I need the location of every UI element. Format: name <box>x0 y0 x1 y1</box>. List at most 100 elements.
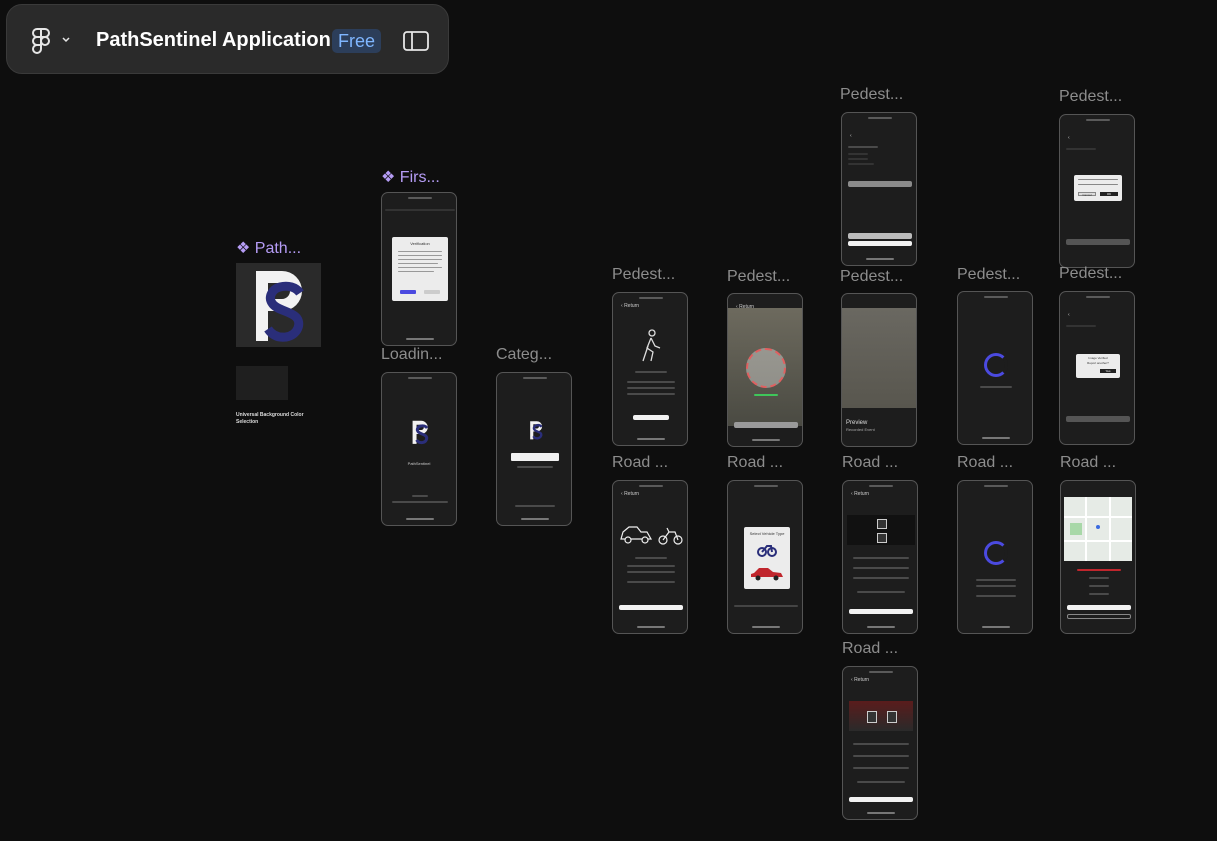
report-question: Report another? <box>1087 361 1109 365</box>
dialog-text-line <box>398 271 434 272</box>
body-text-line <box>853 743 909 745</box>
frame-road-calibrate-2[interactable]: ‹ Return <box>842 666 918 820</box>
status-notch <box>984 296 1008 298</box>
ok-button[interactable]: OK <box>1100 192 1118 196</box>
frame-road-calibrate[interactable]: ‹ Return <box>842 480 918 634</box>
background-color-swatch[interactable] <box>236 366 288 400</box>
home-indicator <box>637 626 665 628</box>
back-button[interactable]: ‹ <box>1068 135 1070 141</box>
map-view[interactable] <box>1064 497 1132 561</box>
body-text-line <box>627 393 675 395</box>
map-roads-icon <box>1064 497 1132 561</box>
main-menu-button[interactable] <box>31 27 81 55</box>
body-text-line <box>627 387 675 389</box>
frame-label-pedestrian-5[interactable]: Pedest... <box>957 266 1020 284</box>
frame-label-road-4[interactable]: Road ... <box>842 640 898 658</box>
frame-label-category[interactable]: Categ... <box>496 346 552 364</box>
frame-road-map-result[interactable] <box>1060 480 1136 634</box>
proceed-button[interactable] <box>619 605 683 610</box>
frame-road-vehicle-type[interactable]: Select Vehicle Type <box>727 480 803 634</box>
frame-label-pedestrian-4[interactable]: Pedest... <box>840 268 903 286</box>
frame-label-pedestrian-3[interactable]: Pedest... <box>840 86 903 104</box>
phone-position-icon <box>877 519 887 529</box>
submit-button[interactable] <box>1066 416 1130 422</box>
app-logo-icon <box>256 271 304 342</box>
component-label-first-launch[interactable]: ❖ Firs... <box>381 167 440 187</box>
body-text-line <box>848 153 868 155</box>
frame-label-road-5[interactable]: Road ... <box>957 454 1013 472</box>
component-label-logo[interactable]: ❖ Path... <box>236 238 301 258</box>
footer-text-line <box>734 605 798 607</box>
status-text <box>754 394 778 396</box>
submit-button[interactable] <box>1066 239 1130 245</box>
plan-badge[interactable]: Free <box>332 29 382 53</box>
frame-pedestrian-preview[interactable]: Preview Recorded Event <box>841 293 917 447</box>
file-title[interactable]: PathSentinel Application <box>96 29 331 52</box>
frame-pedestrian-camera[interactable]: ‹ Return <box>727 293 803 447</box>
frame-road-processing[interactable] <box>957 480 1033 634</box>
dialog-decline-button[interactable] <box>424 290 440 294</box>
frame-label-road-3[interactable]: Road ... <box>842 454 898 472</box>
result-value-line <box>1089 585 1109 587</box>
back-button[interactable]: ‹ <box>1068 312 1070 318</box>
sidebar-toggle-icon[interactable] <box>403 31 429 51</box>
category-select[interactable] <box>511 453 559 461</box>
frame-label-pedestrian-2[interactable]: Pedest... <box>727 268 790 286</box>
heading-line <box>1066 148 1096 150</box>
frame-label-road-6[interactable]: Road ... <box>1060 454 1116 472</box>
dialog-text-line <box>1078 179 1118 180</box>
retake-button[interactable] <box>848 241 912 246</box>
preview-image <box>842 308 916 408</box>
phone-position-icon <box>877 533 887 543</box>
home-indicator <box>982 626 1010 628</box>
dashboard-image <box>849 701 913 731</box>
frame-label-pedestrian-1[interactable]: Pedest... <box>612 266 675 284</box>
back-button[interactable]: ‹ Return <box>851 491 869 497</box>
frame-pedestrian-verified[interactable]: ‹ Image Verified Report another? Yes <box>1059 291 1135 445</box>
exit-button[interactable] <box>1067 614 1131 619</box>
field-input[interactable] <box>848 181 912 187</box>
body-text-line <box>635 371 667 373</box>
back-button[interactable]: ‹ <box>850 133 852 139</box>
file-toolbar: PathSentinel Application Free <box>6 4 449 74</box>
motorcycle-icon[interactable] <box>757 541 777 557</box>
back-button[interactable]: ‹ Return <box>736 304 754 310</box>
frame-pedestrian-recorded[interactable]: ‹ <box>841 112 917 266</box>
frame-label-loading[interactable]: Loadin... <box>381 346 442 364</box>
back-button[interactable]: ‹ Return <box>621 491 639 497</box>
cancel-button[interactable]: Cancel <box>1078 192 1096 197</box>
capture-button[interactable] <box>734 422 798 428</box>
frame-road-intro[interactable]: ‹ Return <box>612 480 688 634</box>
calibrate-button[interactable] <box>849 609 913 614</box>
preview-title: Preview <box>846 420 868 426</box>
frame-loading[interactable]: PathSentinel <box>381 372 457 526</box>
status-text-line <box>976 579 1016 581</box>
dialog-accept-button[interactable] <box>400 290 416 294</box>
frame-category[interactable] <box>496 372 572 526</box>
frame-pedestrian-verifying[interactable] <box>957 291 1033 445</box>
frame-pedestrian-hazard-dialog[interactable]: ‹ Cancel OK <box>1059 114 1135 268</box>
heading-line <box>1066 325 1096 327</box>
yes-button[interactable]: Yes <box>1100 369 1116 373</box>
body-text-line <box>853 577 909 579</box>
vehicles-icon <box>620 526 683 545</box>
vehicle-type-title: Select Vehicle Type <box>749 531 785 536</box>
submit-button[interactable] <box>848 233 912 239</box>
back-button[interactable]: ‹ Return <box>851 677 869 683</box>
body-text-line <box>853 767 909 769</box>
proceed-button[interactable] <box>633 415 669 420</box>
frame-label-road-2[interactable]: Road ... <box>727 454 783 472</box>
logo-component[interactable] <box>236 263 321 347</box>
frame-first-launch[interactable]: Verification <box>381 192 457 346</box>
calibrate-button[interactable] <box>849 797 913 802</box>
back-button[interactable]: ‹ Return <box>621 303 639 309</box>
frame-label-road-1[interactable]: Road ... <box>612 454 668 472</box>
frame-pedestrian-intro[interactable]: ‹ Return <box>612 292 688 446</box>
frame-label-pedestrian-6[interactable]: Pedest... <box>1059 88 1122 106</box>
car-icon[interactable] <box>750 567 784 581</box>
frame-label-pedestrian-7[interactable]: Pedest... <box>1059 265 1122 283</box>
app-logo-icon <box>412 420 429 445</box>
figma-logo-icon <box>32 28 50 54</box>
hazard-dialog: Cancel OK <box>1074 175 1122 201</box>
continue-button[interactable] <box>1067 605 1131 610</box>
